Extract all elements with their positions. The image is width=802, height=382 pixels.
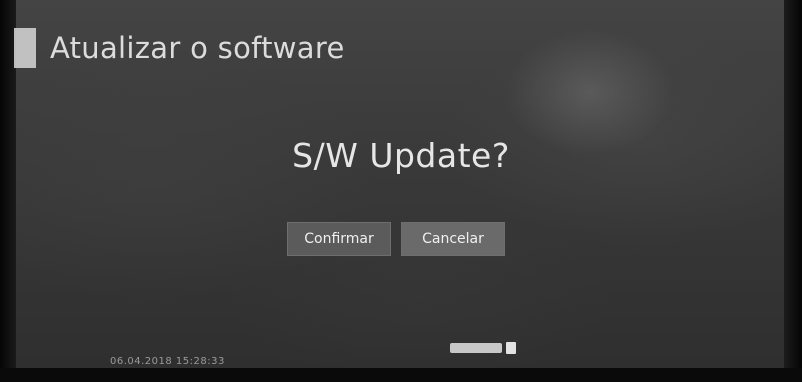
status-datetime: 06.04.2018 15:28:33 (110, 356, 225, 367)
indicator-bar (450, 343, 502, 353)
page-title: Atualizar o software (50, 31, 345, 65)
progress-indicator-icon (450, 342, 516, 354)
cancel-button[interactable]: Cancelar (401, 222, 505, 256)
header: Atualizar o software (14, 28, 345, 68)
indicator-nub (506, 342, 516, 354)
screen-bezel-right (784, 0, 802, 382)
confirm-button[interactable]: Confirmar (287, 222, 391, 256)
tv-screen: Atualizar o software S/W Update? Confirm… (0, 0, 802, 382)
title-marker-icon (14, 28, 36, 68)
dialog-question: S/W Update? (292, 136, 510, 175)
dialog-buttons: Confirmar Cancelar (0, 222, 802, 256)
screen-bezel-bottom (0, 368, 802, 382)
